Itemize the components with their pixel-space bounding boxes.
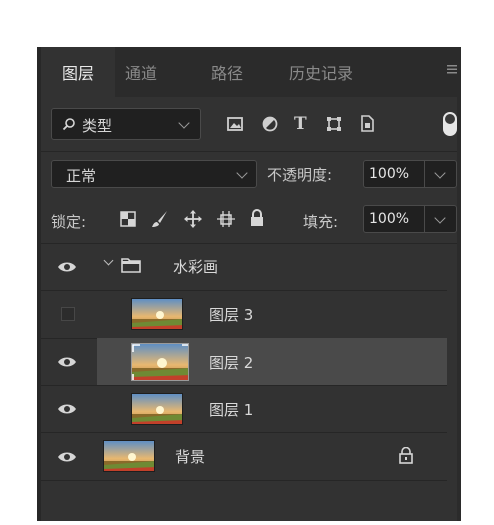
fill-value: 100% (369, 211, 410, 227)
blend-mode-value: 正常 (66, 167, 97, 185)
fill-label: 填充: (303, 213, 339, 231)
opacity-value: 100% (369, 166, 410, 182)
visibility-toggle-off[interactable] (61, 307, 75, 321)
layer-name: 水彩画 (173, 258, 219, 276)
adjustment-filter-icon[interactable] (262, 116, 278, 132)
eye-icon[interactable] (57, 352, 77, 372)
lock-transparent-pixels-icon[interactable] (120, 211, 136, 227)
tab-history[interactable]: 历史记录 (289, 47, 389, 97)
blend-mode-select[interactable]: 正常 (51, 160, 257, 188)
eye-icon[interactable] (57, 257, 77, 277)
layer-thumbnail (103, 440, 155, 472)
layer-name: 图层 3 (209, 306, 254, 324)
opacity-input[interactable]: 100% (363, 160, 457, 188)
layer-thumbnail (131, 393, 183, 425)
chevron-down-icon[interactable] (103, 255, 114, 266)
lock-label: 锁定: (51, 213, 87, 231)
layer-thumbnail (131, 343, 189, 381)
lock-all-icon[interactable] (249, 209, 265, 227)
panel-left-border (37, 47, 41, 521)
image-filter-icon[interactable] (227, 116, 243, 132)
filter-toggle-icon[interactable] (441, 111, 457, 137)
kind-filter-label: 类型 (82, 117, 113, 135)
chevron-down-icon (434, 212, 446, 224)
smart-object-filter-icon[interactable] (359, 115, 375, 132)
tab-channels[interactable]: 通道 (125, 47, 179, 97)
layer-thumbnail (131, 298, 183, 330)
layer-name: 背景 (175, 448, 206, 466)
eye-icon[interactable] (57, 399, 77, 419)
eye-icon[interactable] (57, 447, 77, 467)
hamburger-icon[interactable] (445, 61, 457, 81)
fill-input[interactable]: 100% (363, 205, 457, 233)
tab-paths[interactable]: 路径 (211, 47, 265, 97)
panel-scrollbar[interactable] (457, 47, 461, 521)
type-filter-icon[interactable]: T (294, 114, 307, 134)
chevron-down-icon (236, 167, 248, 179)
folder-icon (121, 258, 141, 273)
layer-kind-filter-select[interactable]: 类型 (51, 108, 201, 140)
lock-position-icon[interactable] (184, 210, 202, 228)
layers-panel: 图层 通道 路径 历史记录 类型 T 正常 不透明度: 100% 锁定: 填充:… (37, 47, 457, 521)
layer-name: 图层 1 (209, 401, 254, 419)
lock-image-pixels-icon[interactable] (151, 210, 169, 228)
lock-icon (399, 447, 413, 464)
chevron-down-icon (178, 117, 190, 129)
search-icon (62, 118, 75, 131)
chevron-down-icon (434, 167, 446, 179)
panel-tab-bar: 图层 通道 路径 历史记录 (41, 47, 457, 97)
opacity-label: 不透明度: (267, 166, 333, 184)
prevent-auto-nesting-icon[interactable] (217, 210, 235, 228)
layer-row-background[interactable]: 背景 (41, 432, 447, 480)
layer-row[interactable]: 图层 3 (41, 290, 447, 338)
layer-name: 图层 2 (209, 354, 254, 372)
tab-layers[interactable]: 图层 (41, 47, 115, 97)
layer-row-group[interactable]: 水彩画 (41, 243, 447, 290)
shape-filter-icon[interactable] (326, 116, 342, 132)
layer-row-selected[interactable]: 图层 2 (97, 338, 447, 385)
layer-row[interactable]: 图层 1 (41, 385, 447, 432)
